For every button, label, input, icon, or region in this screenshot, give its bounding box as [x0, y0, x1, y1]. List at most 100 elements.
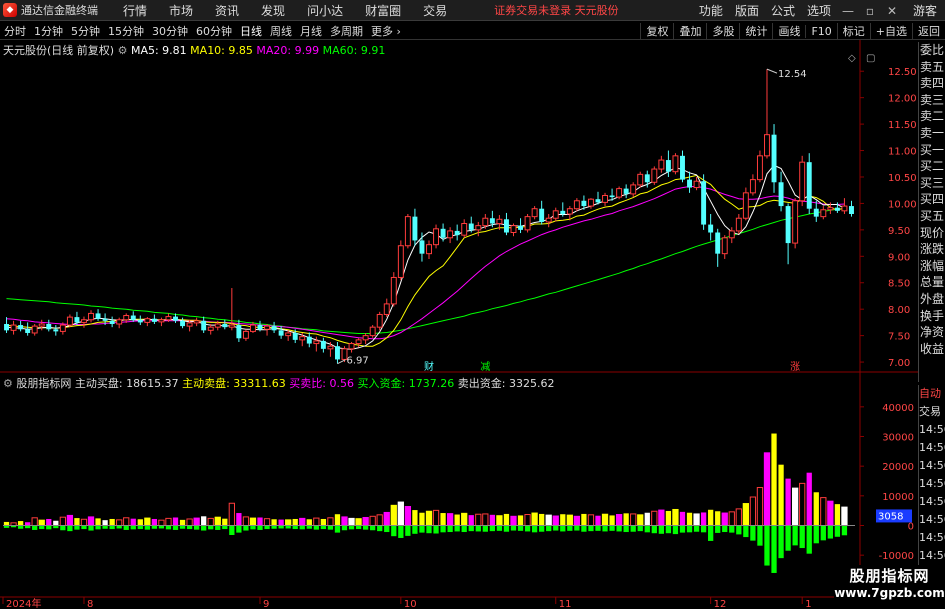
- candle-body: [721, 237, 728, 255]
- sell-volume-bar: [517, 525, 524, 531]
- candle-body: [841, 205, 848, 212]
- tool-stats[interactable]: 统计: [739, 23, 772, 39]
- buy-volume-bar: [432, 509, 440, 526]
- sell-volume-bar: [243, 525, 249, 531]
- menu-item-formula[interactable]: 公式: [765, 2, 801, 19]
- period-more[interactable]: 更多 ›: [367, 23, 405, 39]
- candle-body: [362, 335, 369, 341]
- kline-chart[interactable]: 12.546.97财减涨12.5012.0011.5011.0010.5010.…: [0, 40, 945, 609]
- restore-icon[interactable]: ▫: [859, 4, 881, 18]
- buy-volume-bar: [341, 516, 348, 527]
- settings-icon[interactable]: ⚙: [3, 377, 16, 390]
- ma60-label: MA60: 9.91: [322, 44, 386, 57]
- buy-volume-bar: [545, 514, 552, 527]
- candle-body: [320, 340, 326, 349]
- trade-label[interactable]: 交易: [919, 403, 945, 421]
- candle-body: [313, 340, 320, 345]
- menu-item-function[interactable]: 功能: [693, 2, 729, 19]
- candle-body: [383, 303, 390, 315]
- menu-item-market[interactable]: 市场: [158, 2, 204, 19]
- buy-value: 18615.37: [126, 377, 179, 390]
- sell-volume-bar: [616, 525, 622, 532]
- period-monthly[interactable]: 月线: [296, 23, 326, 39]
- candle-body: [806, 162, 812, 209]
- sidebar-item: 收益: [919, 341, 944, 356]
- period-daily[interactable]: 日线: [236, 23, 266, 39]
- period-5min[interactable]: 5分钟: [67, 23, 104, 39]
- tool-overlay[interactable]: 叠加: [673, 23, 706, 39]
- sell-volume-bar: [644, 525, 650, 533]
- candle-body: [369, 326, 376, 337]
- sell-volume-bar: [637, 525, 643, 532]
- toolbar-right: 复权 叠加 多股 统计 画线 F10 标记 +自选 返回: [640, 22, 945, 40]
- ma10-line: [6, 174, 845, 347]
- sell-volume-bar: [468, 525, 474, 532]
- buy-volume-bar: [383, 511, 390, 526]
- ma60-line: [6, 207, 845, 334]
- sell-volume-bar: [651, 525, 657, 534]
- menu-item-layout[interactable]: 版面: [729, 2, 765, 19]
- guest-label[interactable]: 游客: [913, 2, 937, 19]
- sell-volume-bar: [201, 525, 207, 531]
- candle-body: [587, 198, 594, 207]
- candle-body: [66, 316, 73, 326]
- buy-volume-bar: [651, 510, 658, 527]
- candle-body: [524, 216, 531, 231]
- candle-body: [616, 188, 623, 198]
- price-tick-label: 11.00: [888, 147, 917, 158]
- candle-body: [264, 325, 271, 330]
- candle-body: [785, 206, 791, 244]
- candle-body: [742, 192, 749, 219]
- sell-volume-bar: [792, 525, 798, 546]
- menu-item-wealth[interactable]: 财富圈: [354, 2, 412, 19]
- buy-volume-bar: [644, 512, 650, 526]
- tool-back[interactable]: 返回: [912, 23, 945, 39]
- candle-body: [130, 315, 136, 320]
- candle-body: [454, 230, 460, 236]
- minimize-icon[interactable]: —: [837, 4, 859, 18]
- menu-item-trade[interactable]: 交易: [412, 2, 458, 19]
- buy-volume-bar: [193, 517, 200, 527]
- candle-body: [158, 319, 165, 323]
- candle-body: [327, 345, 334, 350]
- tool-draw[interactable]: 画线: [772, 23, 805, 39]
- candle-body: [849, 206, 854, 214]
- sell-volume-bar: [722, 525, 728, 533]
- settings-icon[interactable]: ⚙: [118, 44, 131, 57]
- buy-volume-bar: [369, 515, 376, 527]
- period-1min[interactable]: 1分钟: [30, 23, 67, 39]
- candle-body: [637, 173, 644, 186]
- period-30min[interactable]: 30分钟: [148, 23, 192, 39]
- watermark: 股朋指标网 www.7gpzb.com: [834, 565, 945, 609]
- period-timeshare[interactable]: 分时: [0, 23, 30, 39]
- period-weekly[interactable]: 周线: [266, 23, 296, 39]
- buy-volume-bar: [749, 496, 757, 526]
- menu-item-discover[interactable]: 发现: [250, 2, 296, 19]
- menu-item-options[interactable]: 选项: [801, 2, 837, 19]
- tool-mark[interactable]: 标记: [836, 23, 870, 39]
- candle-body: [299, 336, 306, 341]
- menu-item-quotes[interactable]: 行情: [112, 2, 158, 19]
- buy-volume-bar: [792, 487, 799, 526]
- candle-body: [242, 330, 249, 339]
- buy-volume-bar: [412, 510, 418, 526]
- menu-item-ask[interactable]: 问小达: [296, 2, 354, 19]
- tool-adjust[interactable]: 复权: [640, 23, 673, 39]
- buy-volume-bar: [236, 513, 242, 526]
- auto-label[interactable]: 自动: [919, 385, 945, 403]
- sell-volume-bar: [539, 525, 545, 532]
- sell-volume-bar: [461, 525, 467, 533]
- menu-item-news[interactable]: 资讯: [204, 2, 250, 19]
- period-60min[interactable]: 60分钟: [192, 23, 236, 39]
- tool-add-favorite[interactable]: +自选: [869, 23, 912, 39]
- tool-f10[interactable]: F10: [805, 24, 836, 38]
- close-icon[interactable]: ✕: [881, 4, 903, 18]
- candle-body: [214, 323, 221, 328]
- buy-volume-bar: [74, 518, 80, 526]
- tool-multi-stock[interactable]: 多股: [706, 23, 739, 39]
- candle-body: [496, 218, 503, 225]
- period-multi[interactable]: 多周期: [326, 23, 367, 39]
- out-label: 卖出资金:: [457, 377, 506, 390]
- time-entry: 14:56: [919, 531, 945, 544]
- period-15min[interactable]: 15分钟: [104, 23, 148, 39]
